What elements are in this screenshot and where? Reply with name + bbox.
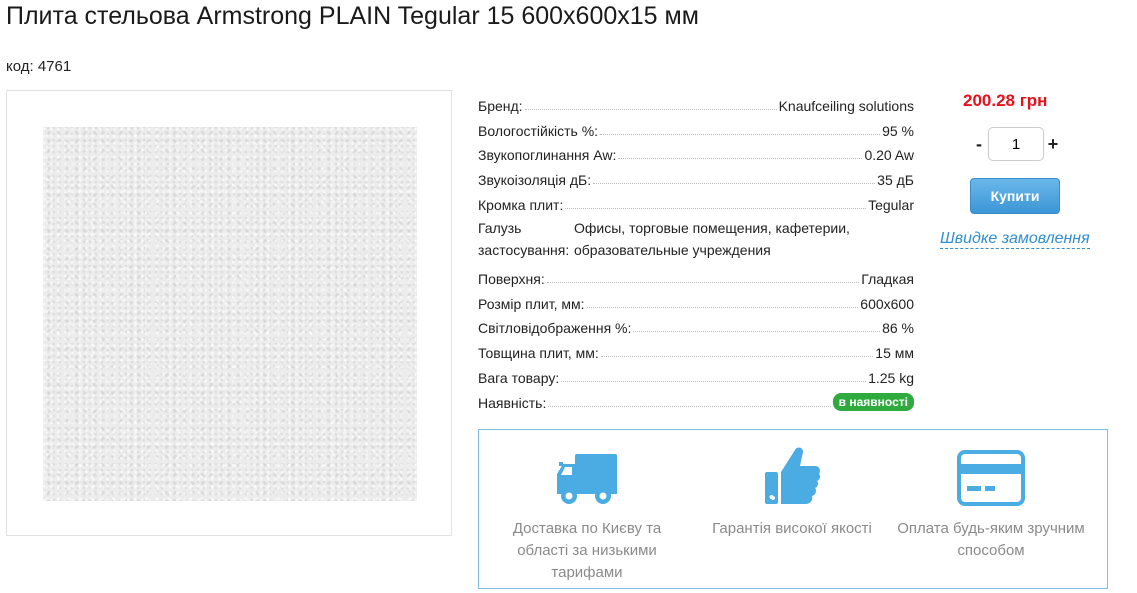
- spec-label: Звукопоглинання Aw:: [478, 147, 617, 164]
- credit-card-icon: [891, 444, 1091, 506]
- spec-value: 15 мм: [875, 345, 914, 362]
- spec-leader: [593, 183, 876, 185]
- spec-row-insulation: Звукоізоляція дБ: 35 дБ: [478, 163, 914, 188]
- spec-label: Вологостійкість %:: [478, 122, 599, 139]
- spec-value: 0.20 Aw: [864, 147, 914, 164]
- spec-label: Світловідображення %:: [478, 320, 632, 337]
- spec-row-reflectance: Світловідображення %: 86 %: [478, 312, 914, 337]
- buy-button[interactable]: Купити: [970, 178, 1060, 214]
- spec-leader: [600, 133, 881, 135]
- spec-label: Кромка плит:: [478, 196, 564, 213]
- spec-leader: [565, 207, 867, 209]
- product-image[interactable]: [43, 127, 417, 501]
- quantity-decrease-button[interactable]: -: [972, 134, 986, 155]
- spec-row-size: Розмір плит, мм: 600x600: [478, 287, 914, 312]
- spec-leader: [524, 108, 777, 110]
- benefit-text: Гарантія високої якості: [712, 520, 872, 537]
- quantity-input[interactable]: [988, 127, 1044, 161]
- quick-order-link[interactable]: Швидке замовлення: [940, 230, 1090, 249]
- spec-leader: [600, 356, 874, 358]
- spec-value: Офисы, торговые помещения, кафетерии, об…: [574, 219, 850, 258]
- spec-label: Галузь застосування:: [478, 219, 570, 258]
- spec-value: 1.25 kg: [868, 369, 914, 386]
- spec-label: Звукоізоляція дБ:: [478, 172, 592, 189]
- thumbs-up-icon: [692, 444, 892, 506]
- spec-label: Товщина плит, мм:: [478, 345, 599, 362]
- spec-value: Гладкая: [861, 270, 914, 287]
- spec-label: Розмір плит, мм:: [478, 295, 585, 312]
- benefit-quality: Гарантія високої якості: [692, 444, 892, 540]
- benefit-delivery: Доставка по Києву та області за низькими…: [487, 444, 687, 584]
- product-sku: код: 4761: [6, 58, 72, 75]
- product-image-frame[interactable]: [6, 90, 452, 536]
- spec-row-absorption: Звукопоглинання Aw: 0.20 Aw: [478, 139, 914, 164]
- spec-row-surface: Поверхня: Гладкая: [478, 262, 914, 287]
- spec-leader: [618, 158, 863, 160]
- spec-value: Knaufceiling solutions: [778, 97, 914, 114]
- spec-leader: [548, 405, 831, 407]
- spec-row-availability: Наявність: в наявності: [478, 386, 914, 411]
- spec-label: Бренд:: [478, 97, 523, 114]
- spec-leader: [586, 306, 859, 308]
- spec-label: Наявність:: [478, 394, 547, 411]
- benefits-panel: Доставка по Києву та області за низькими…: [478, 429, 1108, 589]
- spec-row-application: Галузь застосування: Офисы, торговые пом…: [478, 213, 914, 262]
- spec-row-moisture: Вологостійкість %: 95 %: [478, 114, 914, 139]
- spec-row-thickness: Товщина плит, мм: 15 мм: [478, 336, 914, 361]
- product-title: Плита стельова Armstrong PLAIN Tegular 1…: [6, 2, 699, 30]
- spec-leader: [546, 281, 860, 283]
- spec-row-weight: Вага товару: 1.25 kg: [478, 361, 914, 386]
- spec-value: 600x600: [860, 295, 914, 312]
- benefit-text: Доставка по Києву та області за низькими…: [512, 520, 662, 581]
- spec-value: 95 %: [882, 122, 914, 139]
- spec-leader: [561, 380, 867, 382]
- spec-label: Вага товару:: [478, 369, 560, 386]
- delivery-truck-icon: [487, 444, 687, 506]
- spec-label: Поверхня:: [478, 270, 545, 287]
- in-stock-badge: в наявності: [832, 392, 914, 411]
- benefit-payment: Оплата будь-яким зручним способом: [891, 444, 1091, 562]
- spec-table: Бренд: Knaufceiling solutions Вологостій…: [478, 89, 914, 411]
- spec-value: 86 %: [882, 320, 914, 337]
- spec-value: 35 дБ: [877, 172, 914, 189]
- product-price: 200.28 грн: [963, 91, 1048, 110]
- spec-value: Tegular: [868, 196, 914, 213]
- benefit-text: Оплата будь-яким зручним способом: [897, 520, 1085, 559]
- spec-row-brand: Бренд: Knaufceiling solutions: [478, 89, 914, 114]
- spec-row-edge: Кромка плит: Tegular: [478, 188, 914, 213]
- quantity-increase-button[interactable]: +: [1046, 134, 1060, 155]
- quantity-stepper: - +: [972, 126, 1060, 162]
- spec-leader: [633, 331, 881, 333]
